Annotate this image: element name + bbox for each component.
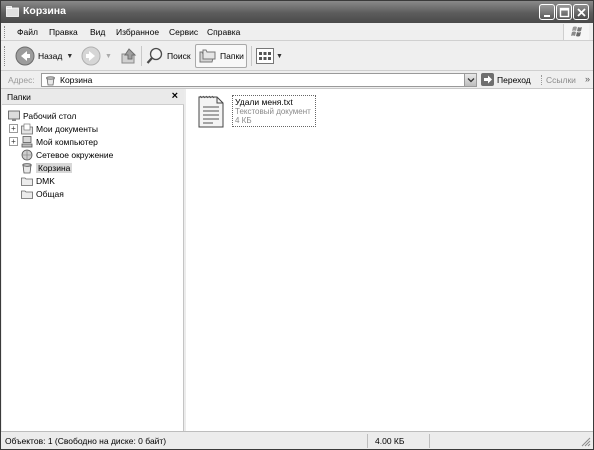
- explorer-window: Корзина Файл Правка Вид Избранное Сервис…: [0, 0, 594, 450]
- status-size: 4.00 КБ: [375, 436, 405, 446]
- address-bar: Адрес: Корзина Переход Ссылки »: [1, 71, 593, 89]
- menu-edit[interactable]: Правка: [49, 27, 78, 37]
- text-file-icon: [198, 95, 224, 128]
- tree-label-network: Сетевое окружение: [36, 149, 114, 160]
- title-bar[interactable]: Корзина: [1, 1, 593, 23]
- links-toolbar[interactable]: Ссылки: [541, 75, 576, 85]
- file-info: Удали меня.txt Текстовый документ 4 КБ: [232, 95, 316, 127]
- tree-label-my-documents: Мои документы: [36, 123, 98, 134]
- my-documents-icon: [21, 123, 33, 134]
- folder-icon: [21, 177, 33, 186]
- expand-toggle-my-computer[interactable]: +: [9, 137, 18, 146]
- standard-toolbar: Назад ▼ ▼ Поиск Папки ▼: [1, 41, 593, 71]
- folders-button[interactable]: Папки: [195, 44, 247, 68]
- toolbar-separator: [141, 46, 142, 66]
- folder-icon: [21, 190, 33, 199]
- tree-label-recycle-bin: Корзина: [36, 162, 73, 173]
- go-button[interactable]: Переход: [481, 73, 531, 86]
- menu-bar: Файл Правка Вид Избранное Сервис Справка: [1, 23, 593, 41]
- search-button[interactable]: Поиск: [146, 44, 191, 68]
- address-input[interactable]: Корзина: [41, 73, 477, 87]
- file-size: 4 КБ: [235, 116, 252, 125]
- menu-grip[interactable]: [4, 26, 7, 38]
- forward-button[interactable]: ▼: [81, 44, 112, 68]
- file-item[interactable]: Удали меня.txt Текстовый документ 4 КБ: [194, 95, 324, 129]
- recycle-bin-icon: [46, 76, 55, 86]
- close-button[interactable]: [573, 4, 589, 20]
- folders-pane-close-icon[interactable]: ×: [172, 90, 178, 102]
- tree-item-my-documents[interactable]: Мои документы: [21, 122, 98, 135]
- up-folder-button[interactable]: [119, 44, 139, 68]
- windows-logo-icon: [563, 24, 589, 40]
- search-icon: [146, 47, 163, 64]
- address-dropdown-button[interactable]: [464, 74, 476, 86]
- folders-pane-title: Папки: [7, 92, 31, 102]
- back-dropdown-icon[interactable]: ▼: [66, 53, 73, 60]
- recycle-bin-icon: [22, 162, 32, 173]
- menu-view[interactable]: Вид: [90, 27, 105, 37]
- folders-label: Папки: [220, 51, 244, 61]
- links-chevron-icon[interactable]: »: [585, 74, 590, 84]
- toolbar-separator: [251, 46, 252, 66]
- tree-label-desktop: Рабочий стол: [23, 110, 77, 121]
- file-list-view[interactable]: Удали меня.txt Текстовый документ 4 КБ: [186, 89, 593, 431]
- expand-toggle-my-documents[interactable]: +: [9, 124, 18, 133]
- back-button[interactable]: Назад ▼: [15, 44, 73, 68]
- address-label: Адрес:: [8, 75, 35, 85]
- tree-item-desktop[interactable]: Рабочий стол: [8, 109, 76, 122]
- back-label: Назад: [38, 51, 63, 61]
- go-label: Переход: [497, 74, 531, 85]
- folders-icon: [199, 49, 216, 63]
- resize-grip-icon[interactable]: [581, 437, 591, 447]
- back-arrow-icon: [15, 46, 35, 66]
- tree-item-recycle-bin[interactable]: Корзина: [21, 161, 73, 174]
- desktop-icon: [8, 110, 20, 121]
- toolbar-grip[interactable]: [4, 46, 7, 66]
- tree-label-dmk: DMK: [36, 175, 55, 186]
- views-dropdown-icon[interactable]: ▼: [276, 53, 283, 60]
- menu-file[interactable]: Файл: [17, 27, 38, 37]
- minimize-button[interactable]: [539, 4, 555, 20]
- forward-arrow-icon: [81, 46, 101, 66]
- views-button[interactable]: ▼: [256, 44, 283, 68]
- my-computer-icon: [21, 135, 33, 147]
- status-bar: Объектов: 1 (Свободно на диске: 0 байт) …: [1, 431, 593, 449]
- tree-label-shared: Общая: [36, 188, 64, 199]
- status-objects: Объектов: 1 (Свободно на диске: 0 байт): [5, 436, 167, 446]
- tree-item-dmk[interactable]: DMK: [21, 174, 55, 187]
- tree-item-shared[interactable]: Общая: [21, 187, 64, 200]
- menu-help[interactable]: Справка: [207, 27, 240, 37]
- tree-item-my-computer[interactable]: Мой компьютер: [21, 135, 98, 148]
- views-icon: [256, 48, 274, 64]
- forward-dropdown-icon[interactable]: ▼: [105, 53, 112, 60]
- status-separator: [429, 434, 430, 448]
- address-value: Корзина: [60, 75, 93, 85]
- folders-pane: Папки × Рабочий стол + Мои документы + М…: [2, 89, 184, 431]
- status-separator: [367, 434, 368, 448]
- menu-favorites[interactable]: Избранное: [116, 27, 159, 37]
- network-icon: [21, 149, 33, 160]
- window-title: Корзина: [23, 5, 66, 17]
- search-label: Поиск: [167, 51, 191, 61]
- tree-item-network[interactable]: Сетевое окружение: [21, 148, 113, 161]
- go-arrow-icon: [481, 73, 494, 86]
- recycle-bin-title-icon: [6, 6, 19, 17]
- folders-pane-header: Папки ×: [2, 89, 184, 105]
- file-type: Текстовый документ: [235, 107, 311, 116]
- maximize-button[interactable]: [556, 4, 572, 20]
- folder-up-icon: [121, 48, 137, 64]
- menu-tools[interactable]: Сервис: [169, 27, 198, 37]
- file-name: Удали меня.txt: [235, 97, 293, 107]
- tree-label-my-computer: Мой компьютер: [36, 136, 98, 147]
